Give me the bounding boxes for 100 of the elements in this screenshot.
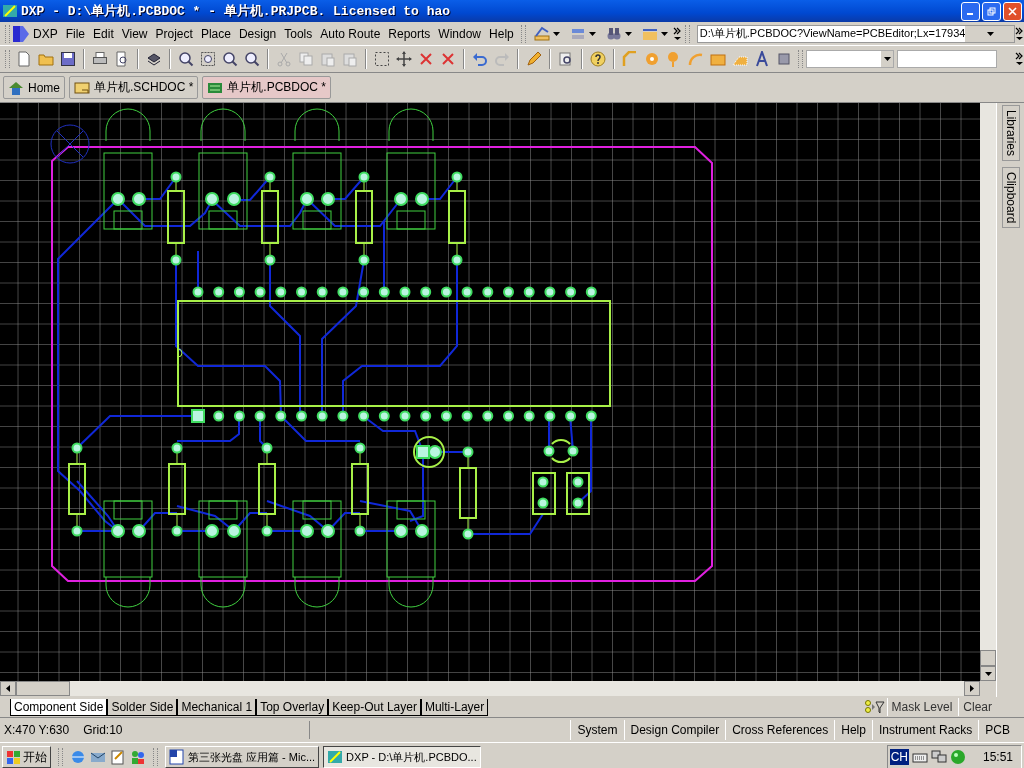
- menu-item[interactable]: DXP: [29, 24, 62, 43]
- caret-icon[interactable]: [660, 31, 668, 36]
- document-icon: [169, 749, 185, 765]
- caret-icon[interactable]: [883, 57, 891, 61]
- binoculars-icon[interactable]: [605, 25, 622, 42]
- layer-tab[interactable]: Component Side: [10, 698, 108, 716]
- move-cross-icon: [396, 51, 412, 67]
- layer-tab[interactable]: Solder Side: [107, 698, 178, 716]
- zoom-area-icon: [200, 51, 216, 67]
- chevron-icon[interactable]: [672, 26, 682, 41]
- menu-item[interactable]: Window: [434, 24, 486, 43]
- dxp-logo-icon[interactable]: [13, 25, 29, 42]
- chevron-icon[interactable]: [1015, 26, 1024, 41]
- menu-item[interactable]: Auto Route: [316, 24, 385, 43]
- chip-icon: [776, 51, 792, 67]
- menu-item[interactable]: Tools: [280, 24, 317, 43]
- print-preview-icon: [114, 51, 130, 67]
- menu-item[interactable]: View: [117, 24, 152, 43]
- magnifier-icon: [178, 51, 194, 67]
- restore-button[interactable]: [982, 1, 1001, 21]
- paste-icon: [342, 51, 358, 67]
- copy-icon: [298, 51, 314, 67]
- menu-item[interactable]: Reports: [384, 24, 435, 43]
- globe-icon[interactable]: [949, 749, 966, 765]
- document-tab[interactable]: 单片机.PCBDOC *: [202, 76, 332, 99]
- house-icon: [8, 79, 24, 96]
- close-icon[interactable]: [1008, 6, 1017, 16]
- wire-icon: [622, 51, 638, 67]
- menu-item[interactable]: Edit: [89, 24, 118, 43]
- printer-icon: [92, 51, 108, 67]
- cross-icon: [440, 51, 456, 67]
- search-icon: [558, 51, 574, 67]
- minimize-button[interactable]: [961, 1, 980, 21]
- right-arrow-icon[interactable]: [970, 685, 974, 692]
- fill-icon: [710, 51, 726, 67]
- text-tool-icon: [754, 51, 770, 67]
- folder-icon: [38, 51, 54, 67]
- arc-icon: [688, 51, 704, 67]
- document-tab[interactable]: 单片机.SCHDOC *: [69, 76, 199, 99]
- down-arrow-icon[interactable]: [984, 671, 992, 676]
- layer-tab[interactable]: Keep-Out Layer: [328, 698, 421, 716]
- grid-size: Grid:10: [83, 723, 123, 737]
- cross-icon: [418, 51, 434, 67]
- ruler-icon[interactable]: [533, 25, 550, 42]
- menu-item[interactable]: Place: [196, 24, 235, 43]
- window-title: DXP - D:\单片机.PCBDOC * - 单片机.PRJPCB. Licensed to hao: [21, 3, 451, 20]
- address-field[interactable]: D:\单片机.PCBDOC?ViewName=PCBEditor;Lx=17934: [696, 24, 1015, 43]
- scroll-thumb[interactable]: [16, 681, 70, 696]
- clock-time: 15:51: [982, 750, 1013, 764]
- caret-icon[interactable]: [588, 31, 596, 36]
- vertical-scrollbar[interactable]: [980, 103, 996, 681]
- taskbar-button[interactable]: 第三张光盘 应用篇 - Mic...: [165, 746, 320, 768]
- network-computers-icon[interactable]: [930, 749, 947, 765]
- magnifier-icon: [244, 51, 260, 67]
- scroll-thumb[interactable]: [980, 650, 996, 666]
- taskbar-button[interactable]: DXP - D:\单片机.PCBDO...: [323, 746, 481, 768]
- windows-flag-icon: [6, 749, 21, 765]
- scissors-icon: [276, 51, 292, 67]
- app-logo-icon: [327, 749, 344, 765]
- left-arrow-icon[interactable]: [6, 685, 10, 692]
- caret-icon[interactable]: [624, 31, 632, 36]
- scroll-left-button[interactable]: [0, 681, 16, 696]
- layer-stack-icon: [146, 51, 162, 67]
- dropdown-field[interactable]: [806, 50, 894, 68]
- layer-tab[interactable]: Multi-Layer: [420, 698, 489, 716]
- close-button[interactable]: [1003, 1, 1022, 21]
- notepad-icon[interactable]: [110, 749, 126, 765]
- schematic-sheet-icon: [74, 79, 90, 96]
- magnifier-icon: [222, 51, 238, 67]
- filter-icon[interactable]: [864, 700, 885, 714]
- menu-item[interactable]: Project: [151, 24, 197, 43]
- menu-item[interactable]: File: [61, 24, 90, 43]
- layer-tab[interactable]: Top Overlay: [256, 698, 329, 716]
- horizontal-scrollbar[interactable]: [0, 681, 980, 696]
- people-icon[interactable]: [130, 749, 146, 765]
- document-tab[interactable]: Home: [3, 76, 65, 99]
- start-button[interactable]: 开始: [2, 746, 51, 768]
- menu-item[interactable]: Design: [234, 24, 281, 43]
- caret-icon[interactable]: [552, 31, 560, 36]
- side-panel-tab[interactable]: Libraries: [1001, 105, 1020, 162]
- layer-tab[interactable]: Mechanical 1: [177, 698, 257, 716]
- scroll-down-button[interactable]: [980, 666, 996, 681]
- caret-icon[interactable]: [987, 31, 995, 36]
- cursor-coordinates: X:470 Y:630: [4, 723, 70, 737]
- input-method-indicator[interactable]: CH: [889, 749, 909, 765]
- help-icon: [590, 51, 606, 67]
- app-logo-icon: [2, 3, 18, 19]
- scroll-right-button[interactable]: [964, 681, 980, 696]
- menu-item[interactable]: Help: [485, 24, 518, 43]
- paste-icon: [320, 51, 336, 67]
- chevron-icon[interactable]: [1015, 52, 1024, 66]
- restore-icon[interactable]: [987, 6, 996, 16]
- redo-icon: [494, 51, 510, 67]
- dashed-rectangle-icon: [374, 51, 390, 67]
- input-field[interactable]: [897, 50, 997, 68]
- pencil-icon: [526, 51, 542, 67]
- pad-icon: [644, 51, 660, 67]
- file-icon: [16, 51, 32, 67]
- undo-icon: [472, 51, 488, 67]
- side-panel-tab[interactable]: Clipboard: [1001, 167, 1020, 229]
